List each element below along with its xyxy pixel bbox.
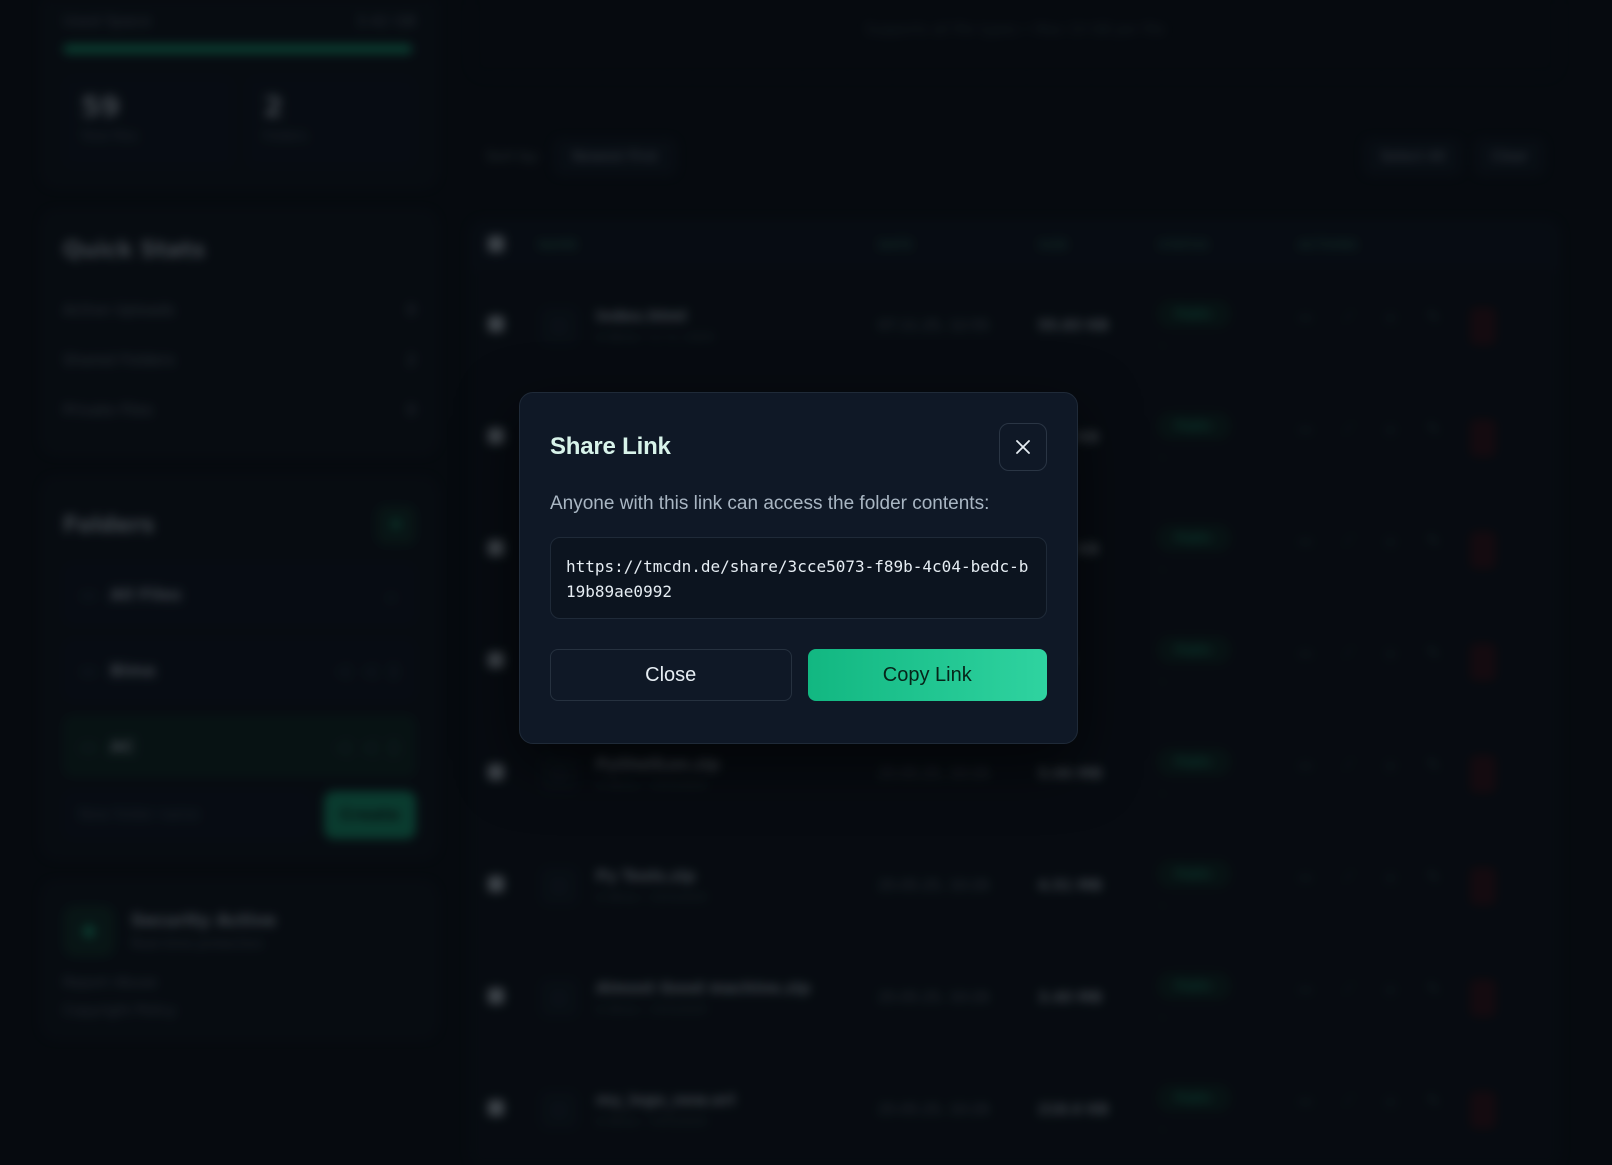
share-link-dialog: Share Link Anyone with this link can acc… (519, 392, 1078, 744)
dialog-header: Share Link (550, 423, 1047, 471)
close-icon-button[interactable] (999, 423, 1047, 471)
dialog-title: Share Link (550, 433, 671, 460)
copy-link-button[interactable]: Copy Link (807, 649, 1047, 701)
app-page: Used Space 3.42 GB 59 Total files 2 Fold… (0, 0, 1612, 1165)
close-icon (1016, 440, 1030, 454)
dialog-actions: Close Copy Link (550, 649, 1047, 701)
share-link-field[interactable]: https://tmcdn.de/share/3cce5073-f89b-4c0… (550, 537, 1047, 619)
dialog-description: Anyone with this link can access the fol… (550, 493, 990, 514)
close-button[interactable]: Close (550, 649, 792, 701)
